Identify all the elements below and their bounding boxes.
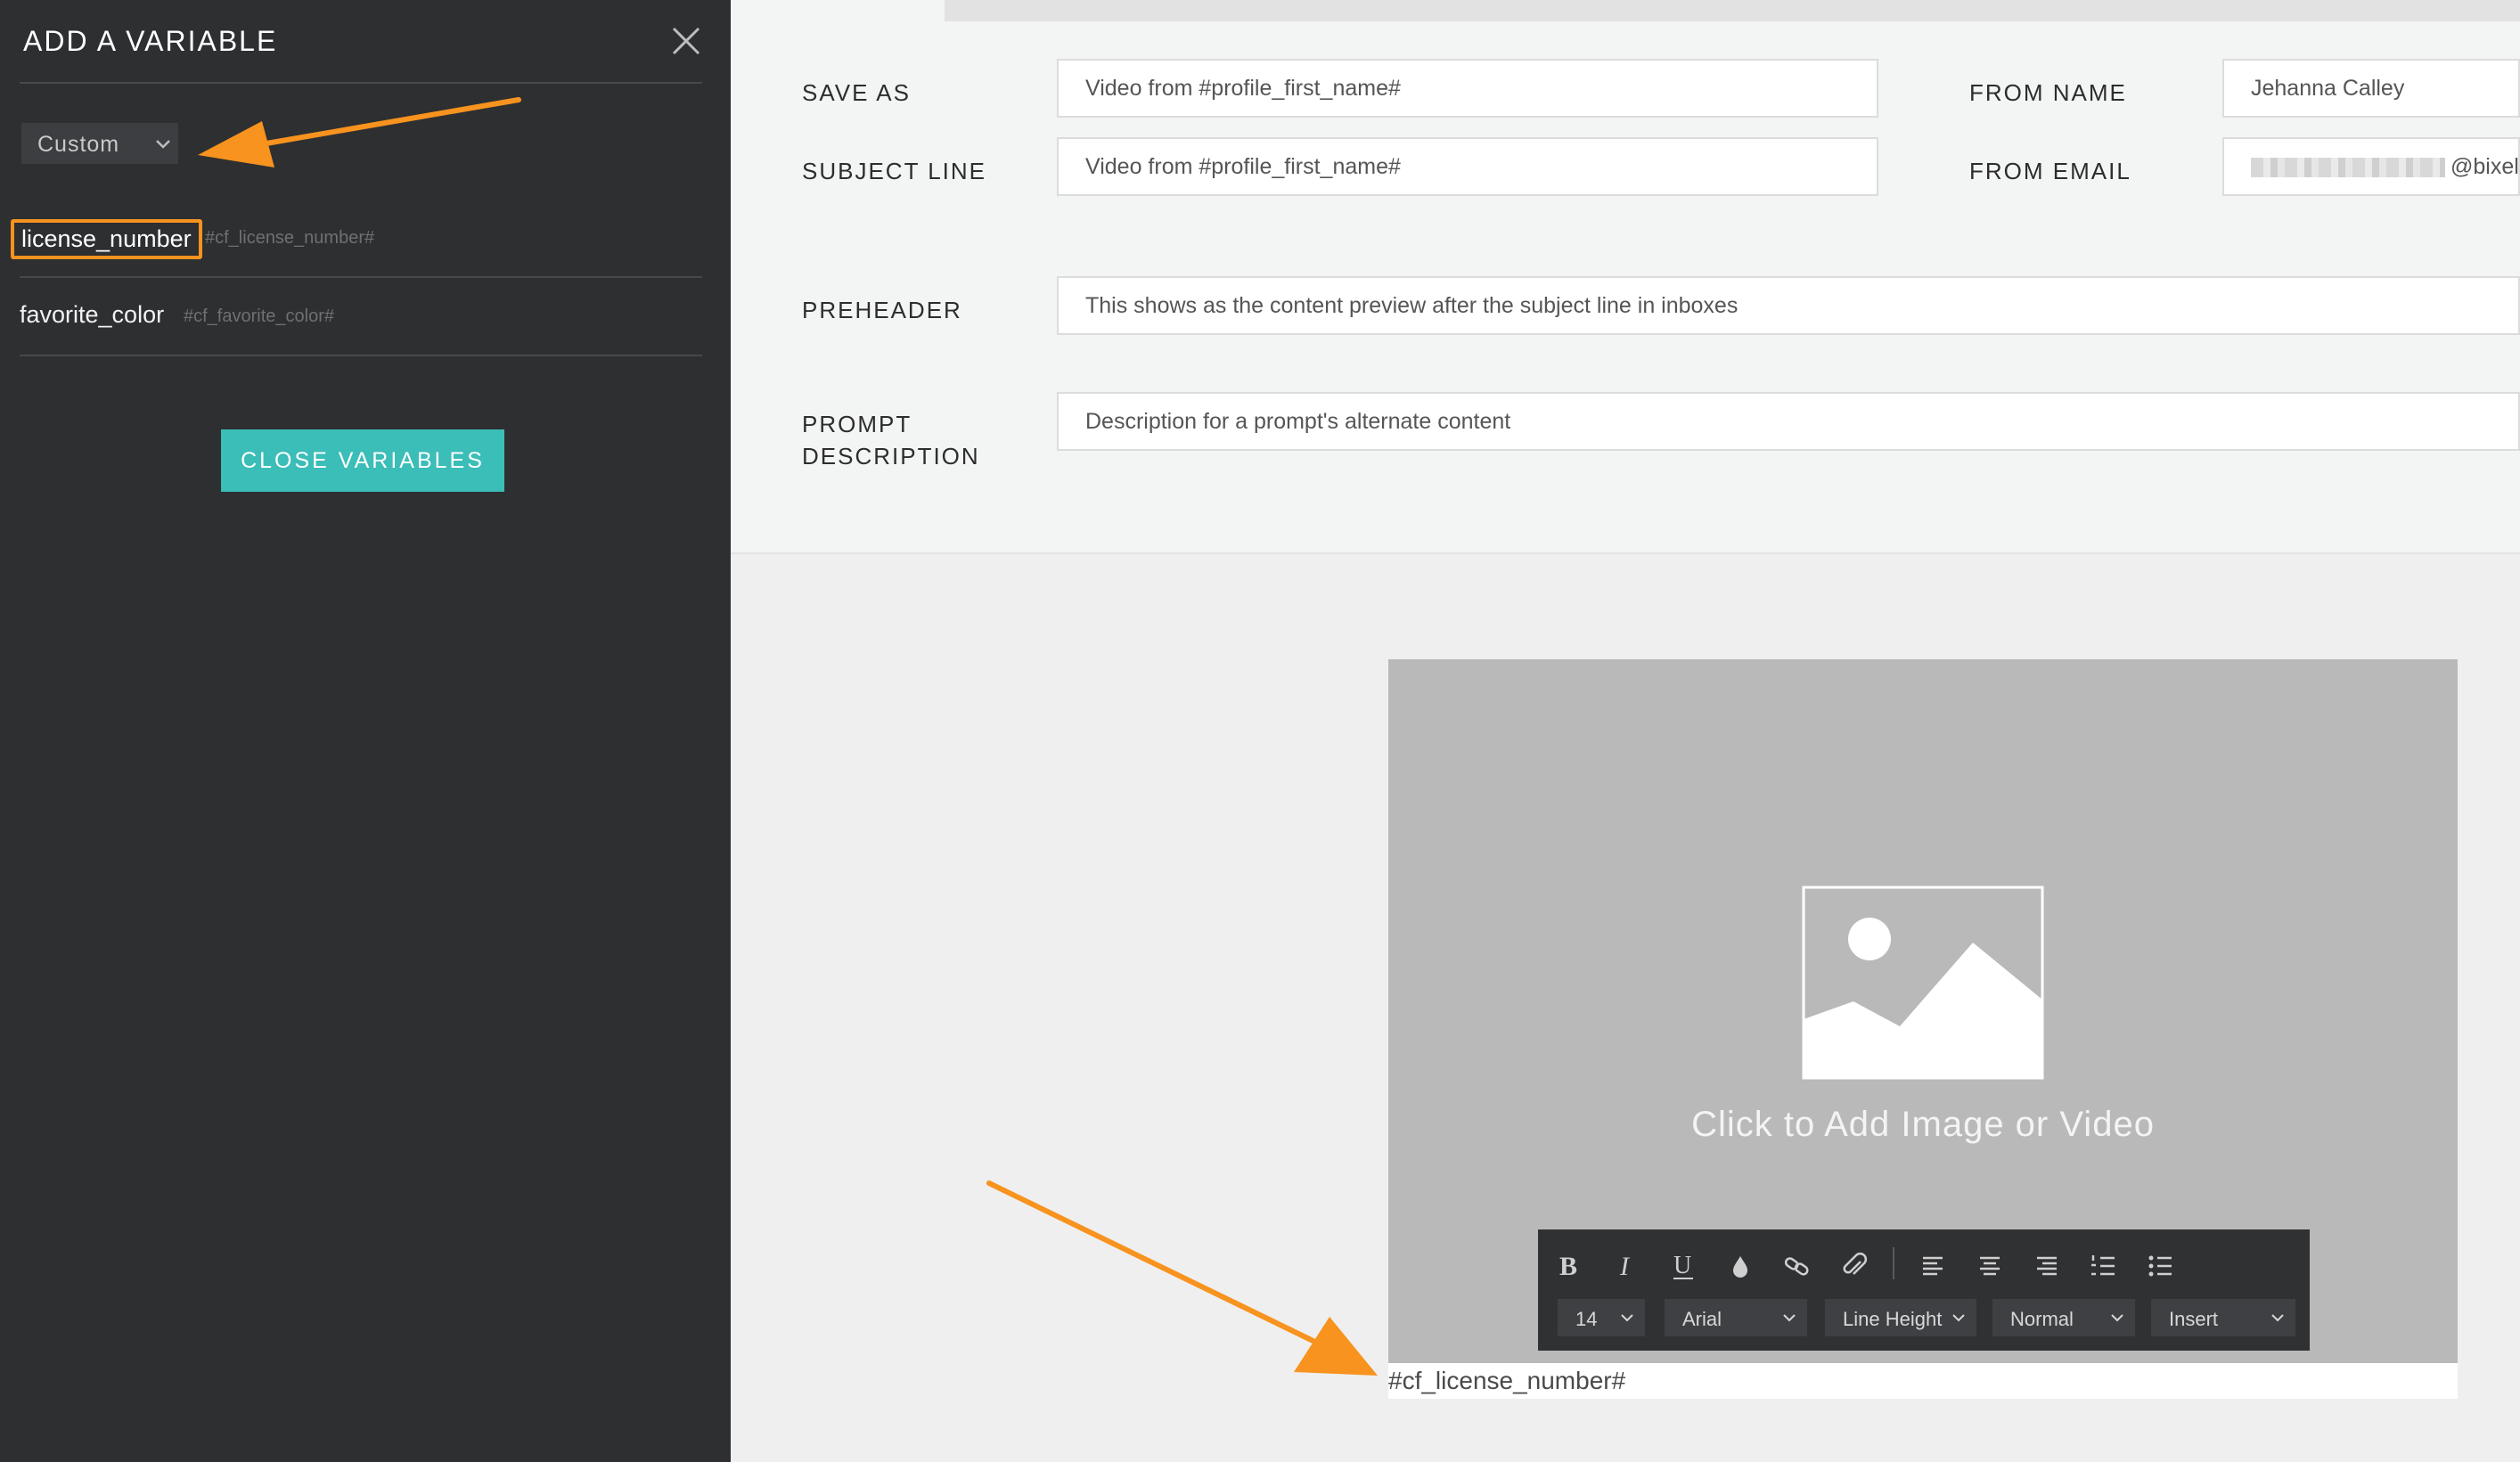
top-bar xyxy=(945,0,2520,21)
subject-line-input[interactable]: Video from #profile_first_name# xyxy=(1057,137,1878,196)
annotation-arrow-icon xyxy=(198,97,521,167)
color-drop-icon[interactable] xyxy=(1723,1249,1757,1283)
annotation-arrow-icon xyxy=(986,1180,1378,1376)
text-block-content[interactable]: #cf_license_number# xyxy=(1388,1363,2458,1399)
from-email-input[interactable]: @bixel.i xyxy=(2222,137,2520,196)
prompt-description-label: PROMPT DESCRIPTION xyxy=(802,408,980,472)
variables-panel: ADD A VARIABLE Custom license_number #cf… xyxy=(0,0,731,1462)
link-icon[interactable] xyxy=(1780,1249,1814,1283)
divider xyxy=(20,82,702,84)
close-variables-button[interactable]: CLOSE VARIABLES xyxy=(221,429,504,492)
insert-value: Insert xyxy=(2169,1308,2219,1330)
variable-code: #cf_favorite_color# xyxy=(184,306,334,326)
variable-type-dropdown[interactable]: Custom xyxy=(21,123,178,164)
attachment-icon[interactable] xyxy=(1837,1249,1871,1283)
redacted-email-prefix xyxy=(2251,158,2445,178)
preheader-label: PREHEADER xyxy=(802,297,962,323)
divider xyxy=(20,355,702,356)
variable-code: #cf_license_number# xyxy=(205,228,375,248)
font-family-value: Arial xyxy=(1682,1308,1722,1330)
line-height-select[interactable]: Line Height xyxy=(1825,1299,1976,1336)
underline-icon[interactable]: U xyxy=(1666,1249,1700,1283)
chevron-down-icon xyxy=(1952,1314,1965,1322)
from-name-label: FROM NAME xyxy=(1969,79,2127,106)
dropdown-value: Custom xyxy=(37,132,120,157)
font-size-value: 14 xyxy=(1575,1308,1598,1330)
add-media-cta[interactable]: Click to Add Image or Video xyxy=(1388,1105,2458,1145)
paragraph-style-value: Normal xyxy=(2010,1308,2074,1330)
font-family-select[interactable]: Arial xyxy=(1665,1299,1807,1336)
chevron-down-icon xyxy=(2271,1314,2284,1322)
chevron-down-icon xyxy=(1621,1314,1633,1322)
paragraph-style-select[interactable]: Normal xyxy=(1992,1299,2135,1336)
variable-name: license_number xyxy=(11,219,202,259)
variable-item-favorite-color[interactable]: favorite_color #cf_favorite_color# xyxy=(20,301,706,355)
variable-item-license-number[interactable]: license_number #cf_license_number# xyxy=(11,219,706,278)
from-email-domain: @bixel.i xyxy=(2450,154,2519,179)
from-email-label: FROM EMAIL xyxy=(1969,158,2131,184)
svg-text:U: U xyxy=(1673,1252,1691,1279)
image-placeholder-icon xyxy=(1802,886,2044,1080)
prompt-label-line1: PROMPT xyxy=(802,411,912,437)
close-icon[interactable] xyxy=(668,23,704,59)
save-as-input[interactable]: Video from #profile_first_name# xyxy=(1057,59,1878,118)
ordered-list-icon[interactable] xyxy=(2087,1249,2121,1283)
from-name-input[interactable]: Jehanna Calley xyxy=(2222,59,2520,118)
save-as-label: SAVE AS xyxy=(802,79,911,106)
insert-select[interactable]: Insert xyxy=(2151,1299,2295,1336)
toolbar-separator xyxy=(1893,1247,1894,1279)
line-height-value: Line Height xyxy=(1843,1308,1943,1330)
prompt-description-input[interactable]: Description for a prompt's alternate con… xyxy=(1057,392,2520,451)
variable-name: favorite_color xyxy=(20,301,165,328)
subject-line-label: SUBJECT LINE xyxy=(802,158,987,184)
align-right-icon[interactable] xyxy=(2030,1249,2064,1283)
svg-text:B: B xyxy=(1559,1252,1577,1281)
preheader-input[interactable]: This shows as the content preview after … xyxy=(1057,276,2520,335)
align-left-icon[interactable] xyxy=(1916,1249,1950,1283)
unordered-list-icon[interactable] xyxy=(2144,1249,2178,1283)
italic-icon[interactable]: I xyxy=(1609,1249,1643,1283)
text-editor-toolbar: B I U 14 Arial Line Height Normal Insert xyxy=(1538,1229,2310,1351)
chevron-down-icon xyxy=(156,140,170,149)
panel-title: ADD A VARIABLE xyxy=(23,25,278,57)
chevron-down-icon xyxy=(1783,1314,1796,1322)
align-center-icon[interactable] xyxy=(1973,1249,2007,1283)
email-settings-form: SAVE AS Video from #profile_first_name# … xyxy=(731,0,2520,554)
prompt-label-line2: DESCRIPTION xyxy=(802,443,980,470)
chevron-down-icon xyxy=(2111,1314,2123,1322)
font-size-select[interactable]: 14 xyxy=(1558,1299,1645,1336)
divider xyxy=(20,276,702,278)
svg-text:I: I xyxy=(1619,1252,1631,1281)
bold-icon[interactable]: B xyxy=(1552,1249,1586,1283)
